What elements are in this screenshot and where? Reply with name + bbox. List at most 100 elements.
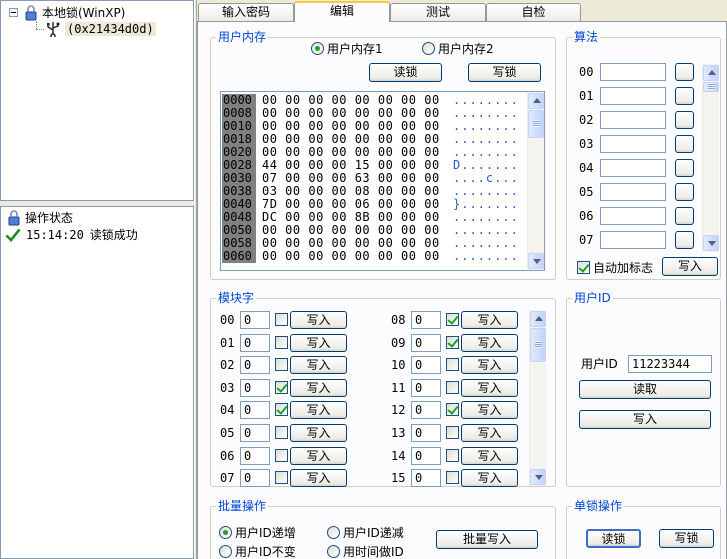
- module-write-button[interactable]: 写入: [290, 424, 347, 442]
- time-as-id-radio[interactable]: [327, 545, 340, 558]
- module-write-button[interactable]: 写入: [461, 469, 518, 488]
- user-memory-1-label[interactable]: 用户内存1: [327, 42, 383, 56]
- module-write-button[interactable]: 写入: [290, 469, 347, 488]
- module-value-input[interactable]: 0: [411, 401, 441, 420]
- module-value-input[interactable]: 0: [411, 356, 441, 375]
- tab-self-check[interactable]: 自检: [486, 3, 581, 21]
- module-value-input[interactable]: 0: [411, 469, 441, 488]
- algorithm-scrollbar[interactable]: [702, 64, 719, 252]
- hex-row[interactable]: 0060 00 00 00 00 00 00 00 00........: [221, 250, 526, 263]
- module-checkbox[interactable]: [446, 358, 459, 372]
- module-value-input[interactable]: 0: [240, 424, 270, 442]
- module-checkbox[interactable]: [446, 380, 459, 394]
- scroll-up-button[interactable]: [528, 93, 544, 109]
- write-lock-button[interactable]: 写锁: [468, 63, 541, 82]
- tab-input-password[interactable]: 输入密码: [198, 3, 294, 21]
- decrement-id-label[interactable]: 用户ID递减: [343, 526, 404, 540]
- algorithm-input[interactable]: [600, 87, 666, 105]
- module-checkbox[interactable]: [275, 380, 288, 394]
- hex-bytes[interactable]: 00 00 00 00 00 00 00 00: [262, 250, 440, 263]
- unchanged-id-radio[interactable]: [219, 545, 232, 558]
- module-checkbox[interactable]: [275, 471, 288, 485]
- scroll-thumb[interactable]: [528, 110, 544, 138]
- scroll-down-button[interactable]: [528, 253, 544, 269]
- increment-id-radio[interactable]: [219, 526, 232, 539]
- module-checkbox[interactable]: [446, 335, 459, 349]
- status-pane[interactable]: 操作状态 15:14:20 读锁成功: [0, 206, 194, 559]
- algorithm-input[interactable]: [600, 207, 666, 225]
- algorithm-row-button[interactable]: [675, 207, 694, 225]
- increment-id-label[interactable]: 用户ID递增: [235, 526, 296, 540]
- single-read-lock-button[interactable]: 读锁: [586, 529, 641, 548]
- module-write-button[interactable]: 写入: [461, 333, 518, 352]
- module-checkbox[interactable]: [446, 426, 459, 439]
- tree-node-local-lock[interactable]: 本地锁(WinXP): [9, 4, 125, 21]
- algorithm-row-button[interactable]: [675, 231, 694, 249]
- module-value-input[interactable]: 0: [411, 378, 441, 397]
- tab-test[interactable]: 测试: [390, 3, 486, 21]
- algorithm-row-button[interactable]: [675, 159, 694, 177]
- algorithm-row-button[interactable]: [675, 111, 694, 129]
- module-value-input[interactable]: 0: [411, 424, 441, 442]
- scroll-thumb[interactable]: [530, 328, 546, 362]
- user-id-read-button[interactable]: 读取: [579, 380, 711, 399]
- auto-flag-checkbox[interactable]: [577, 261, 590, 274]
- module-checkbox[interactable]: [275, 403, 288, 417]
- module-write-button[interactable]: 写入: [290, 401, 347, 420]
- module-checkbox[interactable]: [275, 358, 288, 372]
- module-checkbox[interactable]: [275, 313, 288, 326]
- algorithm-input[interactable]: [600, 63, 666, 81]
- module-checkbox[interactable]: [275, 335, 288, 349]
- user-memory-2-radio[interactable]: [422, 42, 435, 55]
- module-value-input[interactable]: 0: [240, 446, 270, 465]
- module-value-input[interactable]: 0: [411, 311, 441, 329]
- module-value-input[interactable]: 0: [411, 333, 441, 352]
- module-write-button[interactable]: 写入: [461, 378, 518, 397]
- module-checkbox[interactable]: [446, 313, 459, 326]
- user-id-input[interactable]: 11223344: [628, 355, 712, 373]
- module-checkbox[interactable]: [275, 426, 288, 439]
- batch-write-button[interactable]: 批量写入: [436, 530, 538, 549]
- single-write-lock-button[interactable]: 写锁: [659, 529, 714, 548]
- module-write-button[interactable]: 写入: [290, 356, 347, 375]
- algorithm-input[interactable]: [600, 183, 666, 201]
- module-checkbox[interactable]: [275, 448, 288, 462]
- module-checkbox[interactable]: [446, 471, 459, 485]
- module-scrollbar[interactable]: [529, 310, 546, 486]
- algorithm-row-button[interactable]: [675, 183, 694, 201]
- scroll-down-button[interactable]: [530, 469, 546, 485]
- module-write-button[interactable]: 写入: [461, 401, 518, 420]
- scroll-up-button[interactable]: [530, 311, 546, 327]
- module-write-button[interactable]: 写入: [290, 333, 347, 352]
- module-checkbox[interactable]: [446, 448, 459, 462]
- decrement-id-radio[interactable]: [327, 526, 340, 539]
- module-value-input[interactable]: 0: [240, 333, 270, 352]
- scroll-down-button[interactable]: [703, 235, 719, 251]
- algorithm-write-button[interactable]: 写入: [662, 257, 718, 276]
- module-value-input[interactable]: 0: [240, 311, 270, 329]
- algorithm-row-button[interactable]: [675, 87, 694, 105]
- module-value-input[interactable]: 0: [411, 446, 441, 465]
- module-value-input[interactable]: 0: [240, 378, 270, 397]
- user-memory-2-label[interactable]: 用户内存2: [438, 42, 494, 56]
- module-write-button[interactable]: 写入: [290, 311, 347, 329]
- hex-editor[interactable]: 0000 00 00 00 00 00 00 00 00........ 0008 0…: [220, 91, 545, 271]
- algorithm-input[interactable]: [600, 159, 666, 177]
- user-id-write-button[interactable]: 写入: [579, 410, 711, 429]
- module-write-button[interactable]: 写入: [461, 424, 518, 442]
- module-write-button[interactable]: 写入: [290, 446, 347, 465]
- algorithm-input[interactable]: [600, 111, 666, 129]
- algorithm-row-button[interactable]: [675, 63, 694, 81]
- tree-node-usb-key[interactable]: (0x21434d0d): [45, 21, 156, 37]
- module-value-input[interactable]: 0: [240, 401, 270, 420]
- scroll-up-button[interactable]: [703, 65, 719, 81]
- module-write-button[interactable]: 写入: [461, 446, 518, 465]
- algorithm-row-button[interactable]: [675, 135, 694, 153]
- auto-flag-label[interactable]: 自动加标志: [593, 261, 653, 275]
- hex-scrollbar[interactable]: [527, 92, 544, 270]
- unchanged-id-label[interactable]: 用户ID不变: [235, 545, 296, 559]
- module-checkbox[interactable]: [446, 403, 459, 417]
- algorithm-input[interactable]: [600, 135, 666, 153]
- device-tree[interactable]: 本地锁(WinXP) (0x21434d0d): [0, 0, 194, 201]
- read-lock-button[interactable]: 读锁: [369, 63, 442, 82]
